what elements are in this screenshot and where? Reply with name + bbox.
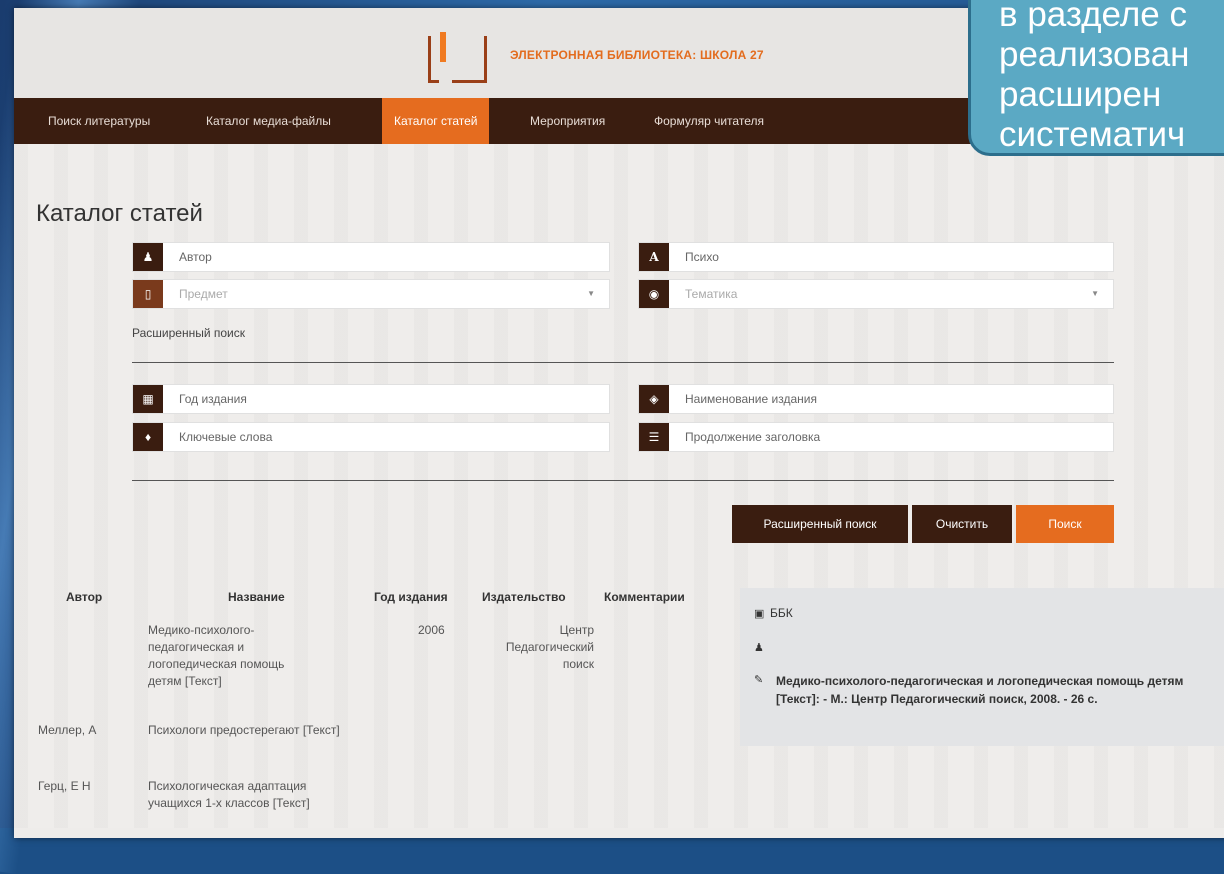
bbk-row: ▣ ББК xyxy=(754,606,793,620)
user-icon: ♟ xyxy=(133,243,163,271)
chevron-down-icon: ▼ xyxy=(1091,289,1099,298)
callout-line: реализован xyxy=(999,35,1190,74)
bbk-icon: ▣ xyxy=(754,608,765,620)
book-icon: ✎ xyxy=(754,674,764,686)
nav-item-articles-catalog[interactable]: Каталог статей xyxy=(382,98,490,144)
advanced-search-button[interactable]: Расширенный поиск xyxy=(732,505,908,543)
chevron-down-icon: ▼ xyxy=(587,289,595,298)
column-header-comments[interactable]: Комментарии xyxy=(604,590,685,604)
column-header-year[interactable]: Год издания xyxy=(374,590,448,604)
publication-name-text: Наименование издания xyxy=(685,392,817,406)
site-title: ЭЛЕКТРОННАЯ БИБЛИОТЕКА: ШКОЛА 27 xyxy=(510,48,764,62)
page-title: Каталог статей xyxy=(36,200,203,227)
publication-name-field[interactable]: ◈ Наименование издания xyxy=(638,384,1114,414)
author-field-text: Автор xyxy=(179,250,212,264)
keywords-field[interactable]: ♦ Ключевые слова xyxy=(132,422,610,452)
table-cell-title[interactable]: Психологи предостерегают [Текст] xyxy=(148,722,348,739)
table-cell-publisher: Центр Педагогический поиск xyxy=(505,623,594,671)
topic-select-placeholder: Тематика xyxy=(685,287,738,301)
callout-text: в разделе с реализован расширен системат… xyxy=(999,0,1189,155)
subject-select-placeholder: Предмет xyxy=(179,287,228,301)
table-cell-title[interactable]: Психологическая адаптация учащихся 1-х к… xyxy=(148,778,348,812)
title-icon: ☰ xyxy=(639,423,669,451)
callout-line: систематич xyxy=(999,115,1186,154)
column-header-author[interactable]: Автор xyxy=(66,590,102,604)
table-cell-author: Меллер, А xyxy=(38,723,97,737)
keywords-field-text: Ключевые слова xyxy=(179,430,273,444)
detail-author-row: ♟ xyxy=(754,640,770,654)
calendar-icon: ▦ xyxy=(133,385,163,413)
nav-item-media-catalog[interactable]: Каталог медиа-файлы xyxy=(206,98,331,144)
record-detail-panel: ▣ ББК ♟ ✎ Медико-психолого-педагогическая… xyxy=(740,588,1224,746)
column-header-title[interactable]: Название xyxy=(228,590,285,604)
clear-button[interactable]: Очистить xyxy=(912,505,1012,543)
tag-icon: ♦ xyxy=(133,423,163,451)
callout-line: расширен xyxy=(999,75,1162,114)
author-field[interactable]: ♟ Автор xyxy=(132,242,610,272)
topic-select[interactable]: ◉ Тематика ▼ xyxy=(638,279,1114,309)
year-field[interactable]: ▦ Год издания xyxy=(132,384,610,414)
bbk-label: ББК xyxy=(770,606,793,620)
nav-item-literature-search[interactable]: Поиск литературы xyxy=(48,98,150,144)
title-field[interactable]: A Психо xyxy=(638,242,1114,272)
year-field-text: Год издания xyxy=(179,392,247,406)
letter-a-icon: A xyxy=(639,243,669,271)
nav-item-events[interactable]: Мероприятия xyxy=(530,98,605,144)
callout-line: в разделе с xyxy=(999,0,1187,34)
detail-description: Медико-психолого-педагогическая и логопе… xyxy=(776,674,1184,706)
library-logo-icon xyxy=(428,32,492,83)
user-icon: ♟ xyxy=(754,642,764,654)
subject-select[interactable]: ▯ Предмет ▼ xyxy=(132,279,610,309)
column-header-publisher[interactable]: Издательство xyxy=(482,590,566,604)
title-continuation-text: Продолжение заголовка xyxy=(685,430,821,444)
table-cell-author: Герц, Е Н xyxy=(38,779,91,793)
table-cell-year: 2006 xyxy=(418,623,445,637)
divider xyxy=(132,480,1114,481)
topic-icon: ◉ xyxy=(639,280,669,308)
slide-callout: в разделе с реализован расширен системат… xyxy=(968,0,1224,156)
edition-icon: ◈ xyxy=(639,385,669,413)
nav-item-reader-form[interactable]: Формуляр читателя xyxy=(654,98,764,144)
search-button[interactable]: Поиск xyxy=(1016,505,1114,543)
table-cell-title[interactable]: Медико-психолого-педагогическая и логопе… xyxy=(148,622,298,690)
title-field-text: Психо xyxy=(685,250,719,264)
detail-description-row: ✎ Медико-психолого-педагогическая и лого… xyxy=(754,672,1194,708)
advanced-search-label[interactable]: Расширенный поиск xyxy=(132,326,245,340)
title-continuation-field[interactable]: ☰ Продолжение заголовка xyxy=(638,422,1114,452)
bookmark-icon: ▯ xyxy=(133,280,163,308)
divider xyxy=(132,362,1114,363)
